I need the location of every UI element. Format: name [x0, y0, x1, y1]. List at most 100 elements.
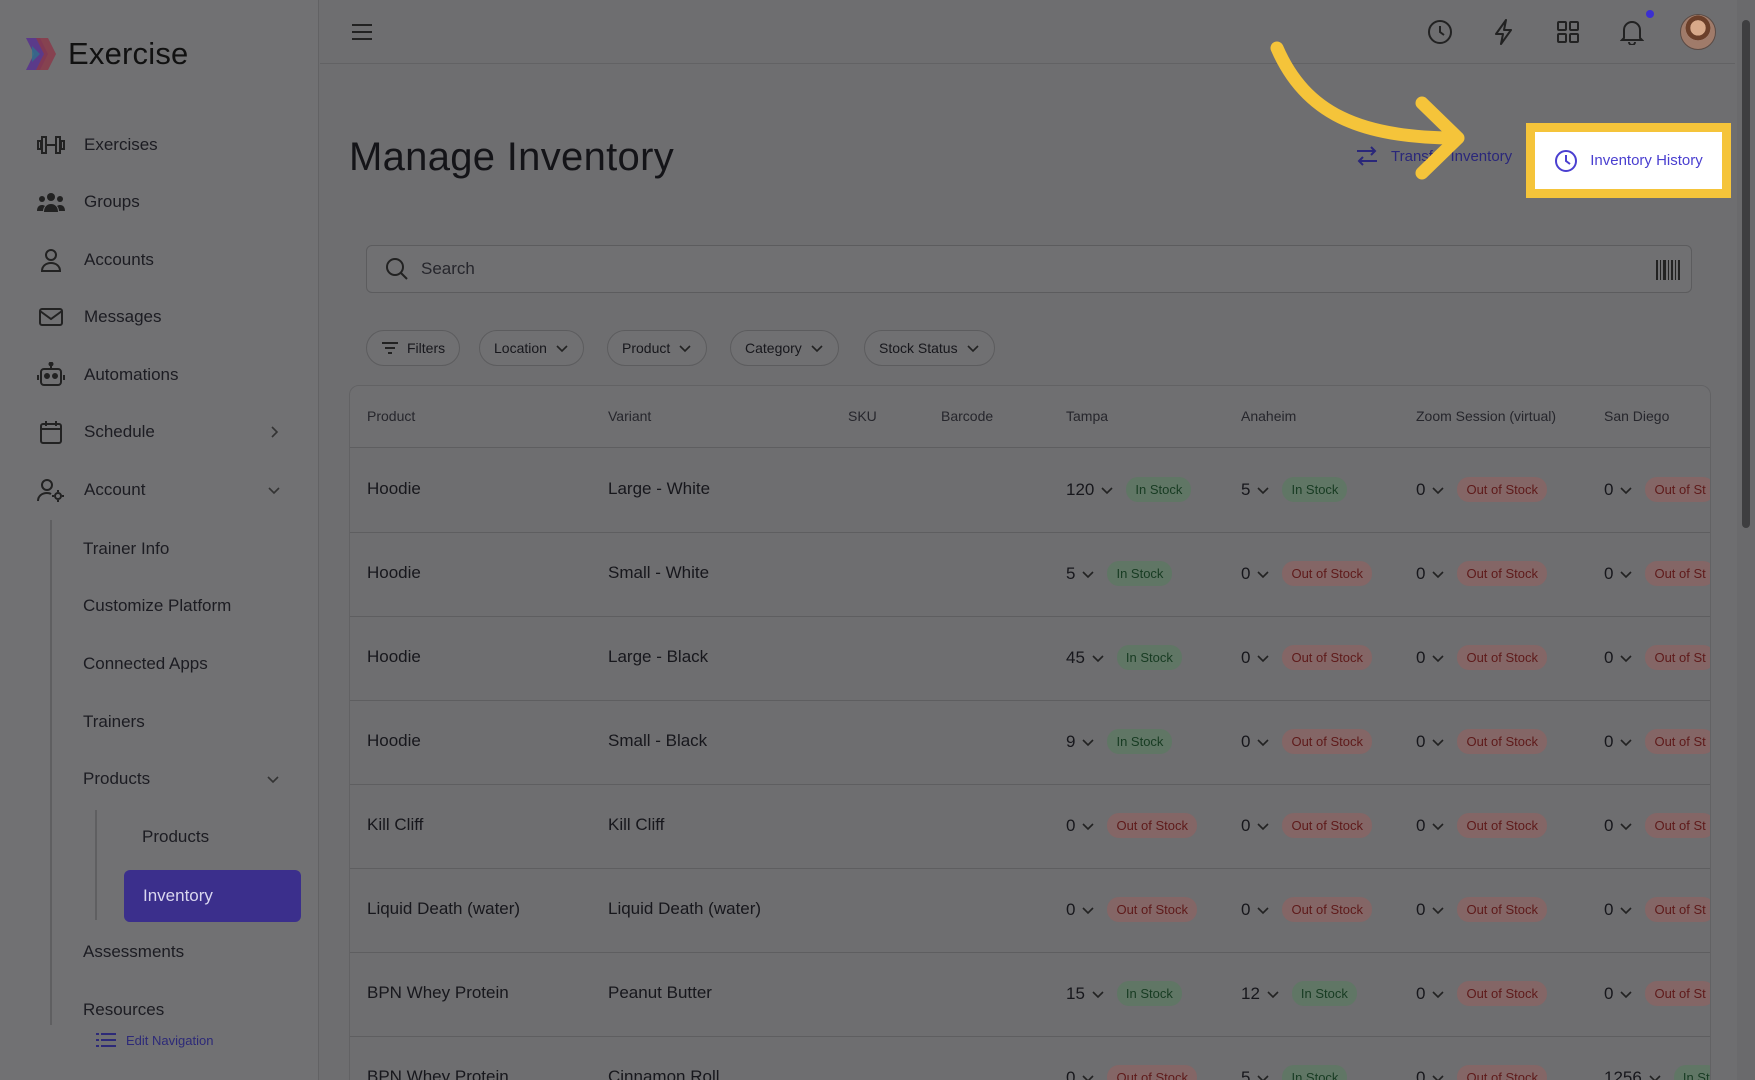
sidebar-item-exercises[interactable]: Exercises [36, 125, 158, 165]
stock-cell-tampa[interactable]: 0 Out of Stock [1066, 1065, 1198, 1080]
sidebar-item-products-group[interactable]: Products [83, 764, 150, 794]
highlight-arrow-icon [1270, 41, 1465, 180]
stock-cell-zoom-session[interactable]: 0 Out of Stock [1416, 729, 1548, 754]
chevron-down-icon [1257, 822, 1270, 830]
inventory-history-label: Inventory History [1590, 152, 1703, 169]
location-filter[interactable]: Location [479, 330, 584, 366]
chevron-down-icon [1649, 1074, 1661, 1080]
sidebar-item-connected-apps[interactable]: Connected Apps [83, 649, 208, 679]
stock-cell-san-diego[interactable]: 0 Out of St [1604, 645, 1710, 670]
sidebar-item-automations[interactable]: Automations [36, 355, 179, 395]
stock-cell-zoom-session[interactable]: 0 Out of Stock [1416, 981, 1548, 1006]
chevron-down-icon [1257, 738, 1270, 746]
stock-cell-anaheim[interactable]: 12 In Stock [1241, 981, 1357, 1006]
inventory-history-button[interactable]: Inventory History [1526, 123, 1731, 198]
sidebar-item-trainers[interactable]: Trainers [83, 707, 145, 737]
table-row[interactable]: Hoodie Small - White 5 In Stock 0 Out of Stoc… [350, 533, 1710, 617]
quantity-value: 0 [1604, 479, 1614, 499]
sidebar-item-label: Account [84, 480, 146, 499]
status-badge: Out of St [1645, 813, 1710, 838]
stock-cell-zoom-session[interactable]: 0 Out of Stock [1416, 561, 1548, 586]
column-header-zoom-session[interactable]: Zoom Session (virtual) [1416, 408, 1556, 424]
table-row[interactable]: Liquid Death (water) Liquid Death (water)… [350, 869, 1710, 953]
column-header-sku[interactable]: SKU [848, 408, 877, 424]
barcode-scan-icon[interactable] [1656, 260, 1680, 280]
sidebar-item-customize-platform[interactable]: Customize Platform [83, 591, 231, 621]
filters-button[interactable]: Filters [366, 330, 461, 366]
stock-cell-tampa[interactable]: 0 Out of Stock [1066, 897, 1198, 922]
table-row[interactable]: BPN Whey Protein Peanut Butter 15 In Stock 1… [350, 953, 1710, 1037]
stock-cell-zoom-session[interactable]: 0 Out of Stock [1416, 1065, 1548, 1080]
stock-cell-tampa[interactable]: 15 In Stock [1066, 981, 1182, 1006]
cell-variant: Peanut Butter [608, 983, 712, 1002]
column-header-san-diego[interactable]: San Diego [1604, 408, 1669, 424]
search-input[interactable] [421, 259, 1621, 279]
stock-cell-anaheim[interactable]: 0 Out of Stock [1241, 897, 1373, 922]
stock-cell-zoom-session[interactable]: 0 Out of Stock [1416, 897, 1548, 922]
chevron-down-icon[interactable] [265, 771, 281, 787]
stock-cell-tampa[interactable]: 5 In Stock [1066, 561, 1173, 586]
sidebar-item-messages[interactable]: Messages [36, 297, 161, 337]
scrollbar-thumb[interactable] [1742, 20, 1750, 528]
chevron-down-icon [1432, 1074, 1445, 1080]
brand[interactable]: Exercise [22, 36, 188, 72]
stock-cell-zoom-session[interactable]: 0 Out of Stock [1416, 645, 1548, 670]
category-filter[interactable]: Category [730, 330, 839, 366]
sidebar-item-schedule[interactable]: Schedule [36, 412, 279, 452]
stock-status-filter[interactable]: Stock Status [864, 330, 995, 366]
chevron-down-icon [1101, 486, 1113, 494]
stock-cell-san-diego[interactable]: 0 Out of St [1604, 561, 1710, 586]
bell-icon[interactable] [1617, 17, 1647, 47]
stock-cell-san-diego[interactable]: 0 Out of St [1604, 477, 1710, 502]
table-row[interactable]: Kill Cliff Kill Cliff 0 Out of Stock 0 Out of… [350, 785, 1710, 869]
column-header-product[interactable]: Product [367, 408, 415, 424]
edit-navigation-link[interactable]: Edit Navigation [96, 1032, 213, 1048]
table-row[interactable]: BPN Whey Protein Cinnamon Roll 0 Out of Sto… [350, 1037, 1710, 1080]
column-header-anaheim[interactable]: Anaheim [1241, 408, 1296, 424]
cell-product: Hoodie [367, 647, 421, 666]
quantity-value: 15 [1066, 983, 1085, 1003]
stock-cell-zoom-session[interactable]: 0 Out of Stock [1416, 813, 1548, 838]
sidebar-item-accounts[interactable]: Accounts [36, 240, 154, 280]
sidebar-item-resources[interactable]: Resources [83, 995, 164, 1025]
sidebar-item-inventory[interactable]: Inventory [124, 870, 301, 922]
lightning-icon[interactable] [1489, 17, 1519, 47]
stock-cell-san-diego[interactable]: 0 Out of St [1604, 897, 1710, 922]
stock-cell-san-diego[interactable]: 0 Out of St [1604, 729, 1710, 754]
quantity-value: 0 [1604, 983, 1614, 1003]
table-row[interactable]: Hoodie Large - White 120 In Stock 5 In Stock 0… [350, 449, 1710, 533]
column-header-barcode[interactable]: Barcode [941, 408, 993, 424]
stock-cell-anaheim[interactable]: 0 Out of Stock [1241, 645, 1373, 670]
avatar[interactable] [1680, 14, 1716, 50]
sidebar-item-products[interactable]: Products [142, 822, 209, 852]
stock-cell-tampa[interactable]: 0 Out of Stock [1066, 813, 1198, 838]
list-icon [96, 1033, 116, 1047]
edit-navigation-label: Edit Navigation [126, 1032, 214, 1048]
stock-cell-san-diego[interactable]: 0 Out of St [1604, 813, 1710, 838]
stock-cell-tampa[interactable]: 9 In Stock [1066, 729, 1173, 754]
stock-cell-san-diego[interactable]: 1256 In St [1604, 1065, 1710, 1080]
sidebar-item-assessments[interactable]: Assessments [83, 937, 184, 967]
stock-cell-anaheim[interactable]: 0 Out of Stock [1241, 813, 1373, 838]
menu-icon[interactable] [350, 20, 374, 44]
table-row[interactable]: Hoodie Small - Black 9 In Stock 0 Out of Stoc… [350, 701, 1710, 785]
stock-cell-anaheim[interactable]: 0 Out of Stock [1241, 561, 1373, 586]
stock-cell-tampa[interactable]: 45 In Stock [1066, 645, 1182, 670]
product-filter[interactable]: Product [607, 330, 708, 366]
column-header-variant[interactable]: Variant [608, 408, 651, 424]
stock-cell-tampa[interactable]: 120 In Stock [1066, 477, 1192, 502]
sidebar-item-groups[interactable]: Groups [36, 182, 140, 222]
stock-cell-anaheim[interactable]: 5 In Stock [1241, 477, 1348, 502]
status-badge: In Stock [1116, 645, 1182, 670]
stock-cell-zoom-session[interactable]: 0 Out of Stock [1416, 477, 1548, 502]
column-header-tampa[interactable]: Tampa [1066, 408, 1108, 424]
stock-cell-anaheim[interactable]: 5 In Stock [1241, 1065, 1348, 1080]
stock-cell-san-diego[interactable]: 0 Out of St [1604, 981, 1710, 1006]
table-row[interactable]: Hoodie Large - Black 45 In Stock 0 Out of Sto… [350, 617, 1710, 701]
sidebar-item-account[interactable]: Account [36, 470, 280, 510]
apps-grid-icon[interactable] [1553, 17, 1583, 47]
status-badge: In Stock [1126, 477, 1192, 502]
sidebar-item-trainer-info[interactable]: Trainer Info [83, 534, 169, 564]
stock-cell-anaheim[interactable]: 0 Out of Stock [1241, 729, 1373, 754]
chevron-down-icon [1257, 654, 1270, 662]
